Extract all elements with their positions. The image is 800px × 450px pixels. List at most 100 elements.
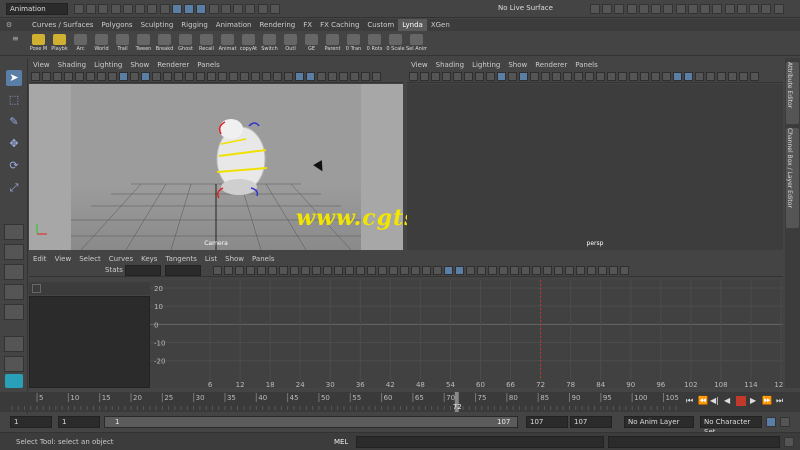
- camera-panel-tool-27-icon[interactable]: [317, 72, 326, 81]
- attribute-editor-tab[interactable]: Attribute Editor: [786, 62, 799, 124]
- graph-editor-tool-20-icon[interactable]: [422, 266, 431, 275]
- persp-panel-tool-18-icon[interactable]: [596, 72, 605, 81]
- character-set-dropdown[interactable]: No Character Set: [700, 416, 762, 436]
- camera-panel-tool-10-icon[interactable]: [130, 72, 139, 81]
- shelf-button-breakd[interactable]: Breakd: [154, 34, 175, 54]
- shelf-button-world[interactable]: World: [91, 34, 112, 54]
- stats-time-field[interactable]: [165, 265, 201, 276]
- shelf-tab-fx-caching[interactable]: FX Caching: [316, 19, 363, 31]
- camera-panel-tool-25-icon[interactable]: [295, 72, 304, 81]
- shelf-button-0-scale[interactable]: 0 Scale: [385, 34, 406, 54]
- persp-panel-menu-shading[interactable]: Shading: [436, 61, 464, 69]
- shelf-button-ge[interactable]: GE: [301, 34, 322, 54]
- graph-editor-tool-34-icon[interactable]: [576, 266, 585, 275]
- graph-editor-tool-38-icon[interactable]: [620, 266, 629, 275]
- graph-editor-tool-6-icon[interactable]: [268, 266, 277, 275]
- modeling-toolkit-icon[interactable]: [626, 4, 637, 14]
- shelf-button-0-tran[interactable]: 0 Tran: [343, 34, 364, 54]
- shelf-button-playbk[interactable]: Playbk: [49, 34, 70, 54]
- step-back-icon[interactable]: ⏪: [698, 396, 708, 405]
- play-forwards-icon[interactable]: ▶: [750, 396, 756, 405]
- graph-editor-tool-26-icon[interactable]: [488, 266, 497, 275]
- graph-editor-tool-9-icon[interactable]: [301, 266, 310, 275]
- graph-editor-tool-13-icon[interactable]: [345, 266, 354, 275]
- lasso-tool-icon[interactable]: ⬚: [6, 92, 22, 108]
- persp-panel-tool-23-icon[interactable]: [651, 72, 660, 81]
- channel-box-icon[interactable]: [700, 4, 711, 14]
- persp-panel-tool-32-icon[interactable]: [750, 72, 759, 81]
- persp-panel-tool-4-icon[interactable]: [442, 72, 451, 81]
- ipr-render-icon[interactable]: [257, 4, 268, 14]
- persp-panel-tool-15-icon[interactable]: [563, 72, 572, 81]
- graph-editor-tool-21-icon[interactable]: [433, 266, 442, 275]
- persp-panel-menu-view[interactable]: View: [411, 61, 428, 69]
- camera-panel-menu-view[interactable]: View: [33, 61, 50, 69]
- camera-panel-tool-17-icon[interactable]: [207, 72, 216, 81]
- animation-start-field[interactable]: 1: [10, 416, 52, 428]
- persp-panel-tool-11-icon[interactable]: [519, 72, 528, 81]
- graph-editor-tool-25-icon[interactable]: [477, 266, 486, 275]
- shelf-tab-sculpting[interactable]: Sculpting: [137, 19, 178, 31]
- select-component-icon[interactable]: [159, 4, 170, 14]
- snap-plane-icon[interactable]: [208, 4, 219, 14]
- camera-panel-tool-15-icon[interactable]: [185, 72, 194, 81]
- layout-icon[interactable]: [712, 4, 723, 14]
- step-back-key-icon[interactable]: ◀|: [710, 396, 719, 405]
- camera-panel-tool-6-icon[interactable]: [86, 72, 95, 81]
- panel-layout-icon[interactable]: [724, 4, 735, 14]
- graph-editor-menu-view[interactable]: View: [55, 255, 72, 263]
- shelf-tab-animation[interactable]: Animation: [212, 19, 256, 31]
- command-language-label[interactable]: MEL: [334, 438, 348, 446]
- paint-select-tool-icon[interactable]: ✎: [6, 114, 22, 130]
- persp-panel-tool-5-icon[interactable]: [453, 72, 462, 81]
- shelf-tab-custom[interactable]: Custom: [363, 19, 398, 31]
- shelf-tab-lynda[interactable]: Lynda: [398, 19, 427, 31]
- go-to-start-icon[interactable]: ⏮: [686, 396, 693, 406]
- camera-panel-tool-22-icon[interactable]: [262, 72, 271, 81]
- shelf-button-0-rots[interactable]: 0 Rots: [364, 34, 385, 54]
- graph-editor-tool-37-icon[interactable]: [609, 266, 618, 275]
- graph-editor-layout-icon[interactable]: [4, 336, 24, 352]
- graph-editor-tool-11-icon[interactable]: [323, 266, 332, 275]
- persp-panel-tool-31-icon[interactable]: [739, 72, 748, 81]
- persp-panel-menu-panels[interactable]: Panels: [575, 61, 598, 69]
- persp-panel-tool-14-icon[interactable]: [552, 72, 561, 81]
- script-editor-button-icon[interactable]: [784, 437, 794, 447]
- persp-panel-tool-2-icon[interactable]: [420, 72, 429, 81]
- graph-editor-tool-7-icon[interactable]: [279, 266, 288, 275]
- graph-editor-tool-30-icon[interactable]: [532, 266, 541, 275]
- shelf-tab-xgen[interactable]: XGen: [427, 19, 454, 31]
- render-settings-icon[interactable]: [269, 4, 280, 14]
- persp-panel-tool-24-icon[interactable]: [662, 72, 671, 81]
- shelf-button-trail[interactable]: Trail: [112, 34, 133, 54]
- filter-icon[interactable]: [32, 284, 41, 293]
- camera-panel-menu-renderer[interactable]: Renderer: [157, 61, 189, 69]
- graph-editor-tool-15-icon[interactable]: [367, 266, 376, 275]
- shelf-button-switch[interactable]: Switch: [259, 34, 280, 54]
- outliner-icon[interactable]: [663, 4, 674, 14]
- snap-point-icon[interactable]: [196, 4, 207, 14]
- stats-value-field[interactable]: [125, 265, 161, 276]
- open-scene-icon[interactable]: [86, 4, 97, 14]
- persp-panel-tool-30-icon[interactable]: [728, 72, 737, 81]
- persp-panel-tool-13-icon[interactable]: [541, 72, 550, 81]
- persp-panel-tool-19-icon[interactable]: [607, 72, 616, 81]
- persp-panel-tool-26-icon[interactable]: [684, 72, 693, 81]
- shelf-button-copyat[interactable]: copyAt: [238, 34, 259, 54]
- shelf-button-outl[interactable]: Outl: [280, 34, 301, 54]
- persp-panel-menu-renderer[interactable]: Renderer: [535, 61, 567, 69]
- shelf-tab-fx[interactable]: FX: [299, 19, 316, 31]
- camera-panel-tool-3-icon[interactable]: [53, 72, 62, 81]
- graph-editor-menu-show[interactable]: Show: [225, 255, 244, 263]
- shelf-button-animat[interactable]: Animat: [217, 34, 238, 54]
- live-surface-label[interactable]: No Live Surface: [498, 4, 578, 12]
- persp-panel-tool-20-icon[interactable]: [618, 72, 627, 81]
- graph-editor-menu-curves[interactable]: Curves: [109, 255, 133, 263]
- graph-editor-tool-27-icon[interactable]: [499, 266, 508, 275]
- persp-panel-menu-lighting[interactable]: Lighting: [472, 61, 500, 69]
- camera-panel-tool-4-icon[interactable]: [64, 72, 73, 81]
- graph-editor-tool-32-icon[interactable]: [554, 266, 563, 275]
- shelf-menu-icon[interactable]: ⚙: [0, 19, 18, 31]
- graph-editor-tool-16-icon[interactable]: [378, 266, 387, 275]
- rotate-tool-icon[interactable]: ⟳: [6, 158, 22, 174]
